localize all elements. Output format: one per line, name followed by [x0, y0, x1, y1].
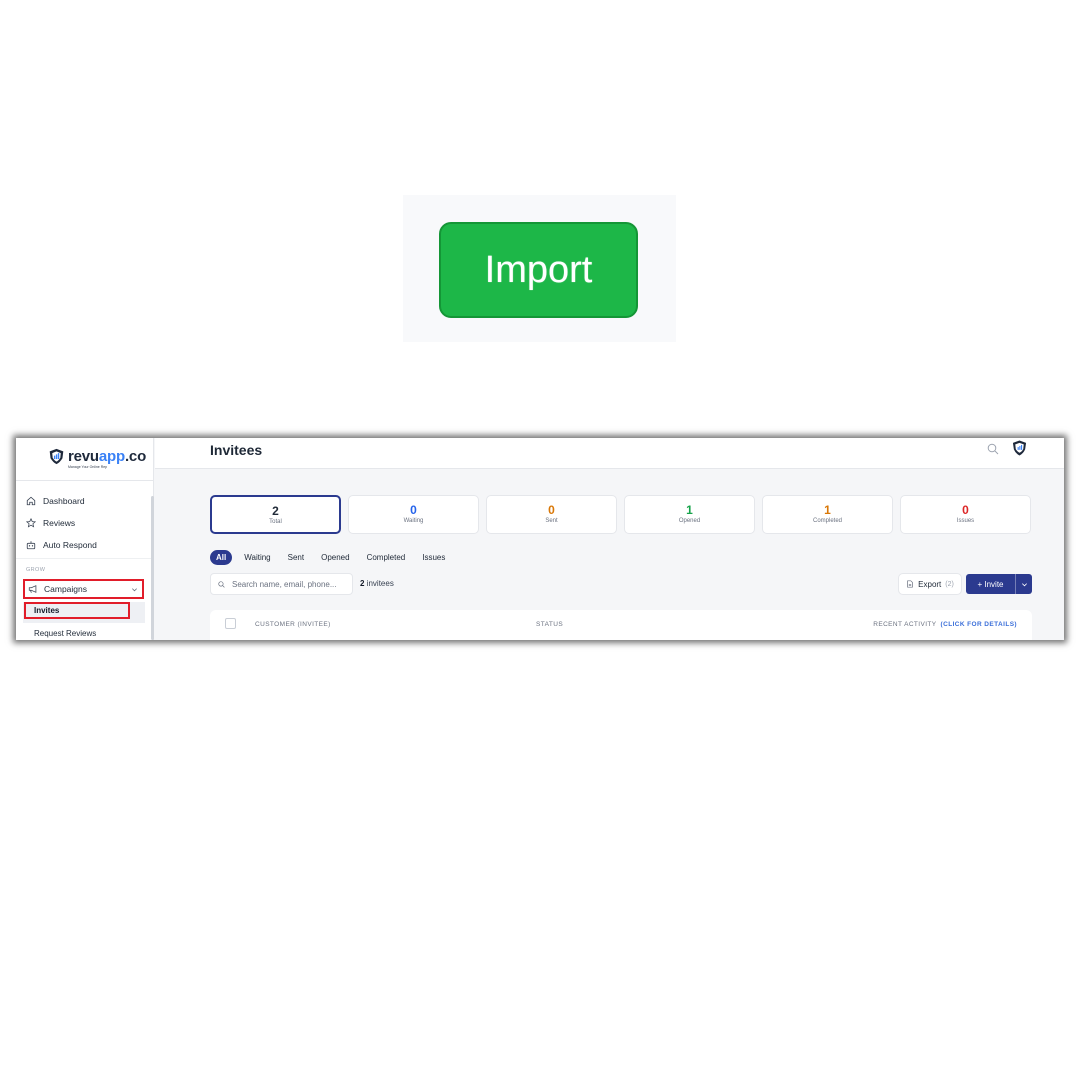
- file-icon: [907, 580, 913, 588]
- stat-value: 1: [824, 503, 831, 517]
- stat-card-sent[interactable]: 0 Sent: [486, 495, 617, 534]
- sidebar-item-label: Campaigns: [44, 584, 87, 594]
- tab-all[interactable]: All: [210, 549, 233, 565]
- search-box: [210, 573, 353, 595]
- stat-label: Total: [269, 519, 282, 525]
- select-all-checkbox[interactable]: [225, 618, 236, 629]
- sidebar-section-divider: [16, 558, 154, 559]
- star-icon: [26, 518, 36, 528]
- sidebar-item-request-reviews[interactable]: Request Reviews: [34, 629, 96, 638]
- filter-tabs: All Waiting Sent Opened Completed Issues: [210, 549, 462, 565]
- column-header-recent-activity: RECENT ACTIVITY (CLICK FOR DETAILS): [873, 621, 1017, 628]
- column-header-status[interactable]: STATUS: [536, 621, 563, 628]
- stat-value: 2: [272, 504, 279, 518]
- invite-dropdown[interactable]: [1016, 581, 1032, 588]
- stat-value: 1: [686, 503, 693, 517]
- sidebar-item-label: Reviews: [43, 518, 76, 528]
- sidebar-divider: [16, 480, 154, 481]
- import-callout: Import: [403, 195, 676, 342]
- shield-logo-icon: [49, 448, 64, 465]
- invite-label: + Invite: [977, 579, 1004, 589]
- top-bar: Invitees: [155, 438, 1064, 469]
- tab-sent[interactable]: Sent: [288, 553, 304, 562]
- search-icon[interactable]: [987, 443, 999, 455]
- export-label: Export: [918, 579, 942, 589]
- stat-label: Sent: [545, 518, 558, 524]
- stat-card-total[interactable]: 2 Total: [210, 495, 341, 534]
- stat-card-completed[interactable]: 1 Completed: [762, 495, 893, 534]
- search-icon: [218, 580, 225, 588]
- sidebar-item-label: Dashboard: [43, 496, 85, 506]
- export-count: (2): [945, 580, 954, 588]
- tab-opened[interactable]: Opened: [321, 553, 349, 562]
- tab-completed[interactable]: Completed: [367, 553, 406, 562]
- logo-text: revuapp.co: [68, 448, 147, 465]
- stat-label: Waiting: [403, 518, 424, 524]
- stat-label: Issues: [956, 518, 975, 524]
- sidebar-item-dashboard[interactable]: Dashboard: [26, 492, 85, 510]
- sidebar-scrollbar[interactable]: [151, 496, 154, 640]
- chevron-down-icon: [1021, 582, 1027, 586]
- stat-card-opened[interactable]: 1 Opened: [624, 495, 755, 534]
- stat-label: Opened: [678, 518, 701, 524]
- stat-label: Completed: [812, 518, 842, 524]
- click-for-details-link[interactable]: (CLICK FOR DETAILS): [941, 621, 1017, 628]
- sidebar: revuapp.co Manage Your Online Rep Dashbo…: [16, 438, 154, 640]
- stat-value: 0: [962, 503, 969, 517]
- logo-tagline: Manage Your Online Rep: [68, 465, 108, 469]
- stat-card-issues[interactable]: 0 Issues: [900, 495, 1031, 534]
- megaphone-icon: [28, 585, 37, 593]
- chevron-down-icon: [132, 588, 137, 592]
- robot-icon: [26, 541, 36, 550]
- tab-waiting[interactable]: Waiting: [244, 553, 270, 562]
- stat-card-waiting[interactable]: 0 Waiting: [348, 495, 479, 534]
- stat-value: 0: [548, 503, 555, 517]
- app-screenshot: revuapp.co Manage Your Online Rep Dashbo…: [16, 438, 1064, 640]
- logo[interactable]: revuapp.co Manage Your Online Rep: [48, 448, 147, 469]
- avatar[interactable]: [1012, 440, 1027, 456]
- sidebar-section-grow: GROW: [26, 567, 46, 573]
- stat-value: 0: [410, 503, 417, 517]
- tab-issues[interactable]: Issues: [422, 553, 445, 562]
- sidebar-item-invites[interactable]: Invites: [24, 602, 130, 619]
- table-header: CUSTOMER (INVITEE) STATUS RECENT ACTIVIT…: [210, 610, 1032, 640]
- import-button[interactable]: Import: [439, 222, 638, 318]
- column-header-customer[interactable]: CUSTOMER (INVITEE): [255, 621, 331, 628]
- invite-button[interactable]: + Invite: [966, 574, 1032, 594]
- page-title: Invitees: [210, 442, 263, 458]
- sidebar-item-auto-respond[interactable]: Auto Respond: [26, 536, 97, 554]
- search-input[interactable]: [232, 579, 347, 589]
- sidebar-item-reviews[interactable]: Reviews: [26, 514, 75, 532]
- export-button[interactable]: Export (2): [898, 573, 962, 595]
- sidebar-item-campaigns[interactable]: Campaigns: [23, 579, 144, 599]
- invitee-count: 2 invitees: [360, 579, 394, 588]
- sidebar-item-label: Auto Respond: [43, 540, 97, 550]
- home-icon: [26, 496, 36, 506]
